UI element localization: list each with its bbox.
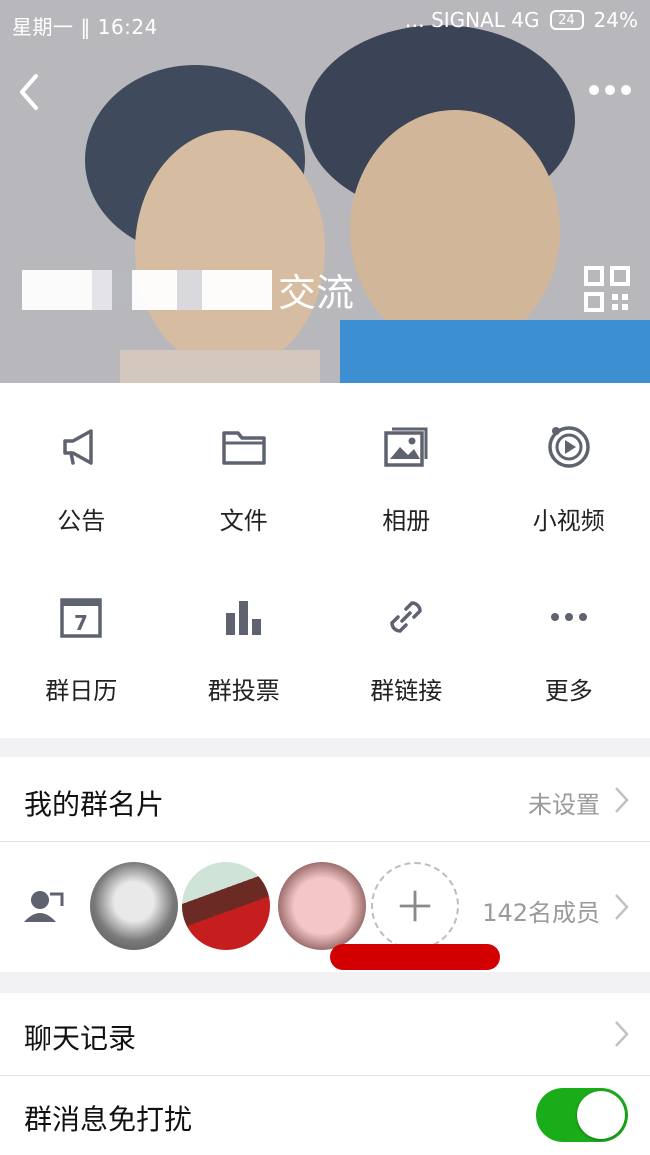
more-icon [550,613,587,621]
status-indicators: … SIGNAL 4G 24 24% [405,8,638,32]
group-cover-illustration [0,0,650,383]
add-member-button[interactable] [371,862,459,950]
calendar-icon: 7 [60,598,102,638]
chevron-right-icon [615,787,629,813]
battery-percent: 24% [593,8,638,32]
action-group-link[interactable]: 群链接 [325,553,488,728]
album-icon [384,427,428,467]
members-icon [24,891,64,922]
video-icon [548,426,590,468]
battery-icon: 24 [549,10,584,30]
blurred-group-name [22,269,272,310]
chevron-right-icon [615,1021,629,1047]
status-time: 星期一 ‖ 16:24 [12,15,158,39]
announcement-icon [63,429,93,465]
group-cover-header: 星期一 ‖ 16:24 … SIGNAL 4G 24 24% 交流 [0,0,650,383]
member-avatar[interactable] [90,862,178,950]
action-files[interactable]: 文件 [163,383,326,553]
toggle-knob [577,1091,625,1139]
action-label: 群日历 [45,677,118,705]
action-more[interactable]: 更多 [488,553,650,728]
member-avatar[interactable] [278,862,366,950]
vote-icon [225,601,261,635]
action-label: 相册 [382,507,431,535]
group-title-row: 交流 [22,262,354,317]
my-group-card-row[interactable]: 我的群名片 未设置 [0,757,650,841]
group-name: 交流 [278,271,355,315]
do-not-disturb-label: 群消息免打扰 [24,1103,193,1136]
action-label: 小视频 [532,507,605,535]
action-label: 更多 [544,677,593,705]
my-group-card-value: 未设置 [528,791,600,819]
svg-text:7: 7 [74,611,88,635]
signal-text: … SIGNAL 4G [404,8,540,32]
qr-code-icon[interactable] [584,266,630,312]
back-arrow-icon[interactable] [14,70,44,114]
action-announcement[interactable]: 公告 [0,383,163,553]
group-actions-panel: 公告 文件 相册 小视频 7 群日历 群投票 群链接 更多 [0,383,650,738]
more-options-icon[interactable] [588,82,632,98]
link-icon [390,601,423,633]
action-label: 文件 [219,507,268,535]
action-album[interactable]: 相册 [325,383,488,553]
plus-icon [399,890,431,922]
action-label: 群链接 [370,677,443,705]
action-label: 公告 [57,507,106,535]
action-group-calendar[interactable]: 7 群日历 [0,553,163,728]
action-group-vote[interactable]: 群投票 [163,553,326,728]
actions-grid: 公告 文件 相册 小视频 7 群日历 群投票 群链接 更多 [0,383,650,738]
status-bar: 星期一 ‖ 16:24 … SIGNAL 4G 24 24% [0,0,650,48]
member-count[interactable]: 142名成员 [482,893,600,928]
member-avatar[interactable] [182,862,270,950]
redaction-bar [330,944,500,970]
chat-history-row[interactable]: 聊天记录 [0,993,650,1075]
action-label: 群投票 [207,677,280,705]
folder-icon [222,431,266,465]
do-not-disturb-toggle[interactable] [536,1088,628,1142]
chat-history-label: 聊天记录 [24,1022,137,1055]
my-group-card-label: 我的群名片 [24,788,165,821]
action-short-video[interactable]: 小视频 [488,383,650,553]
chevron-right-icon [615,894,629,920]
